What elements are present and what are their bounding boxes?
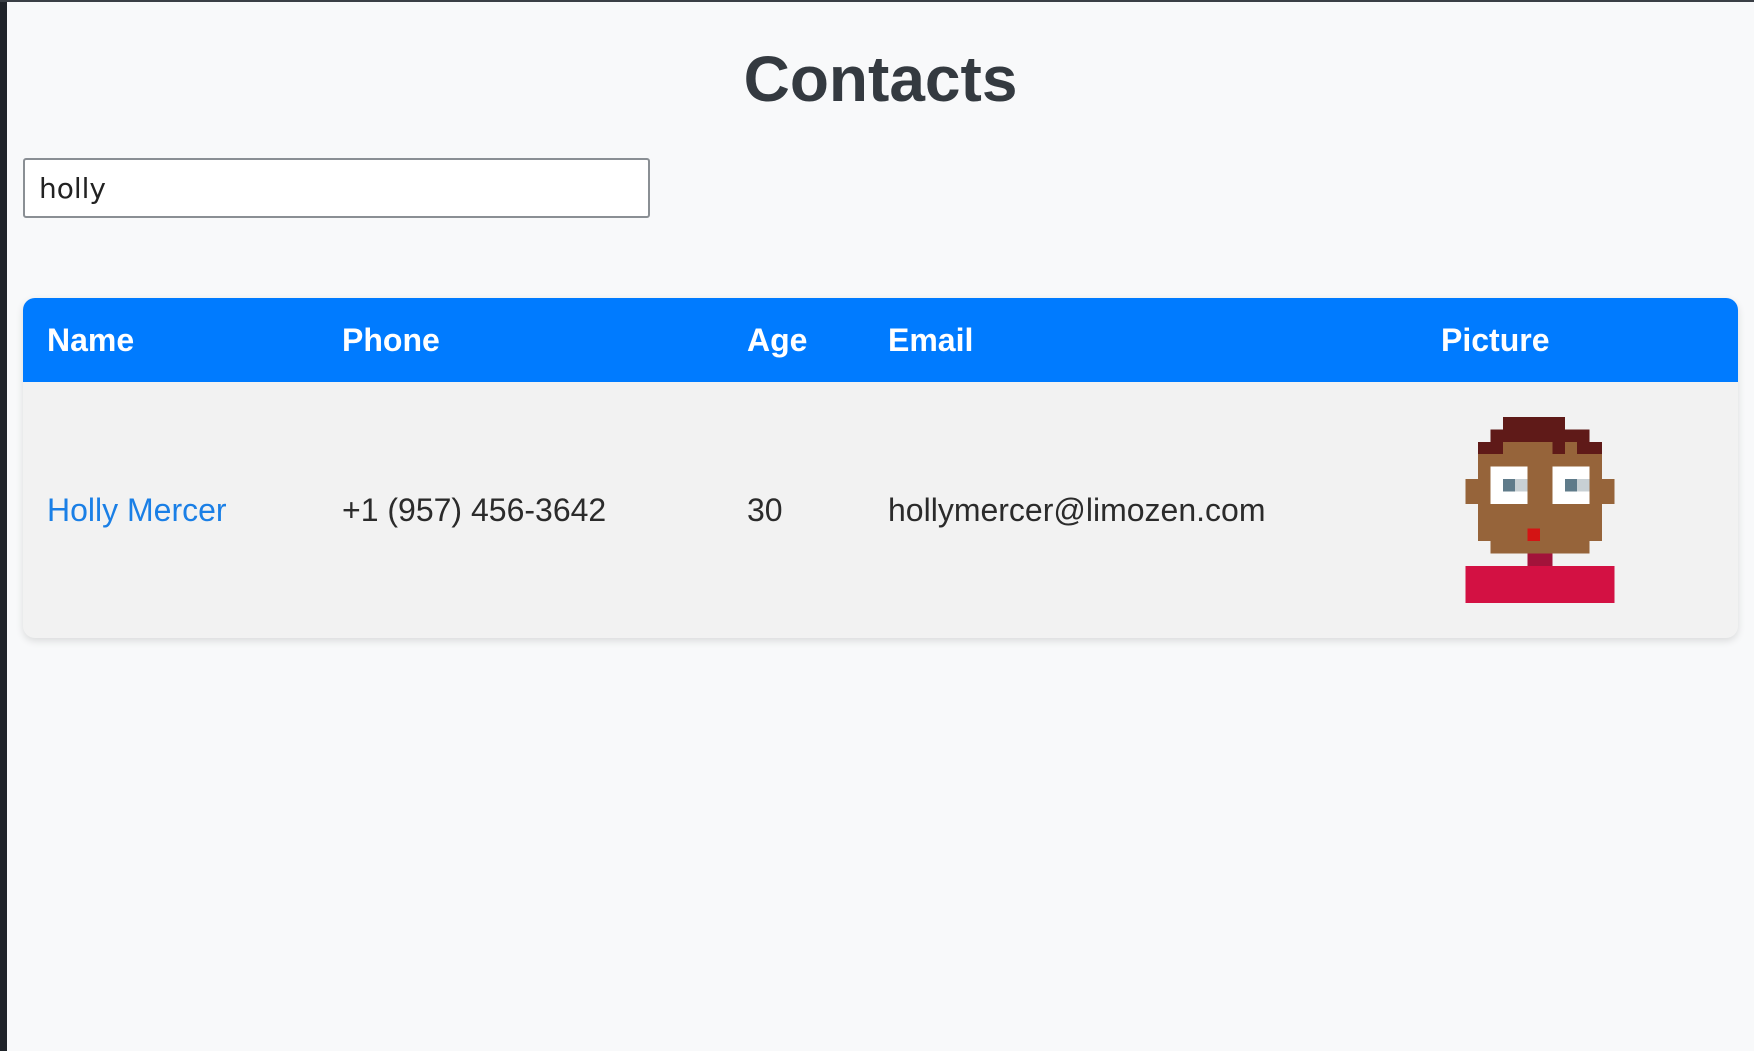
- cell-name: Holly Mercer: [23, 382, 318, 638]
- window-border: [0, 0, 7, 1051]
- column-header-name[interactable]: Name: [23, 298, 318, 382]
- cell-picture: [1417, 382, 1738, 638]
- page-title: Contacts: [743, 43, 1018, 115]
- contact-name-link[interactable]: Holly Mercer: [47, 492, 227, 528]
- column-header-age[interactable]: Age: [723, 298, 864, 382]
- search-input[interactable]: [23, 158, 650, 218]
- table-header-row: Name Phone Age Email Picture: [23, 298, 1738, 382]
- column-header-email[interactable]: Email: [864, 298, 1417, 382]
- cell-age: 30: [747, 491, 783, 528]
- cell-email: hollymercer@limozen.com: [888, 491, 1266, 528]
- column-header-phone[interactable]: Phone: [318, 298, 723, 382]
- cell-phone: +1 (957) 456-3642: [342, 491, 607, 528]
- column-header-picture: Picture: [1441, 321, 1550, 358]
- pixel-avatar-icon: [1465, 417, 1615, 603]
- contacts-table: Name Phone Age Email Picture Holly Merce…: [23, 298, 1738, 638]
- table-row: Holly Mercer +1 (957) 456-3642 30 hollym…: [23, 382, 1738, 638]
- contacts-page: Contacts Name Phone Age Email Picture Ho…: [7, 2, 1754, 1051]
